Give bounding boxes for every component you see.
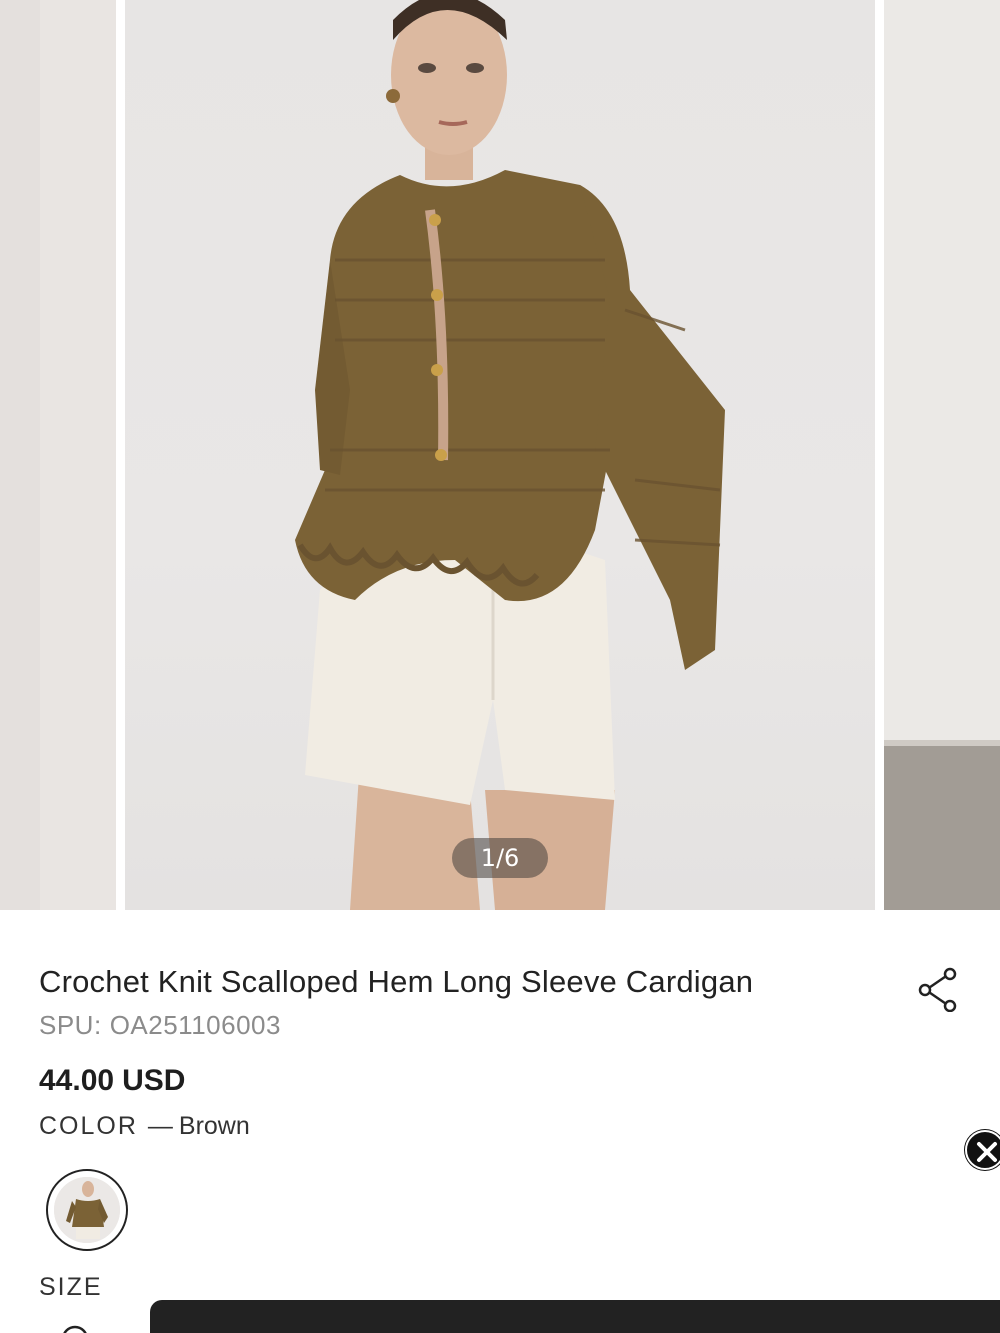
color-swatch-brown[interactable]	[46, 1169, 128, 1251]
spu-value: OA251106003	[109, 1010, 281, 1040]
color-label: COLOR	[39, 1112, 138, 1140]
size-label: SIZE	[39, 1273, 103, 1301]
ruler-icon	[63, 1325, 87, 1333]
color-value: Brown	[178, 1112, 250, 1140]
size-guide-button[interactable]	[58, 1322, 92, 1333]
gallery-main-image[interactable]	[125, 0, 875, 910]
color-selector-label: COLOR — Brown	[39, 1112, 250, 1141]
spu-label: SPU:	[39, 1010, 102, 1040]
share-button[interactable]	[915, 966, 961, 1013]
product-title: Crochet Knit Scalloped Hem Long Sleeve C…	[39, 964, 754, 999]
gallery-counter: 1/6	[452, 838, 548, 878]
gallery-prev-image[interactable]	[0, 0, 116, 910]
close-icon	[977, 1142, 997, 1162]
close-button[interactable]	[965, 1130, 1000, 1170]
price-currency: USD	[122, 1064, 186, 1097]
price-amount: 44.00	[39, 1064, 115, 1097]
model-photo	[295, 0, 725, 910]
gallery-next-image[interactable]	[884, 0, 1000, 910]
product-price: 44.00 USD	[39, 1064, 185, 1098]
color-dash: —	[147, 1112, 173, 1140]
bottom-action-bar[interactable]	[150, 1300, 1000, 1333]
product-image-gallery[interactable]: 1/6	[0, 0, 1000, 910]
share-icon	[918, 967, 957, 1013]
product-spu: SPU: OA251106003	[39, 1010, 281, 1041]
swatch-thumbnail	[54, 1177, 120, 1243]
